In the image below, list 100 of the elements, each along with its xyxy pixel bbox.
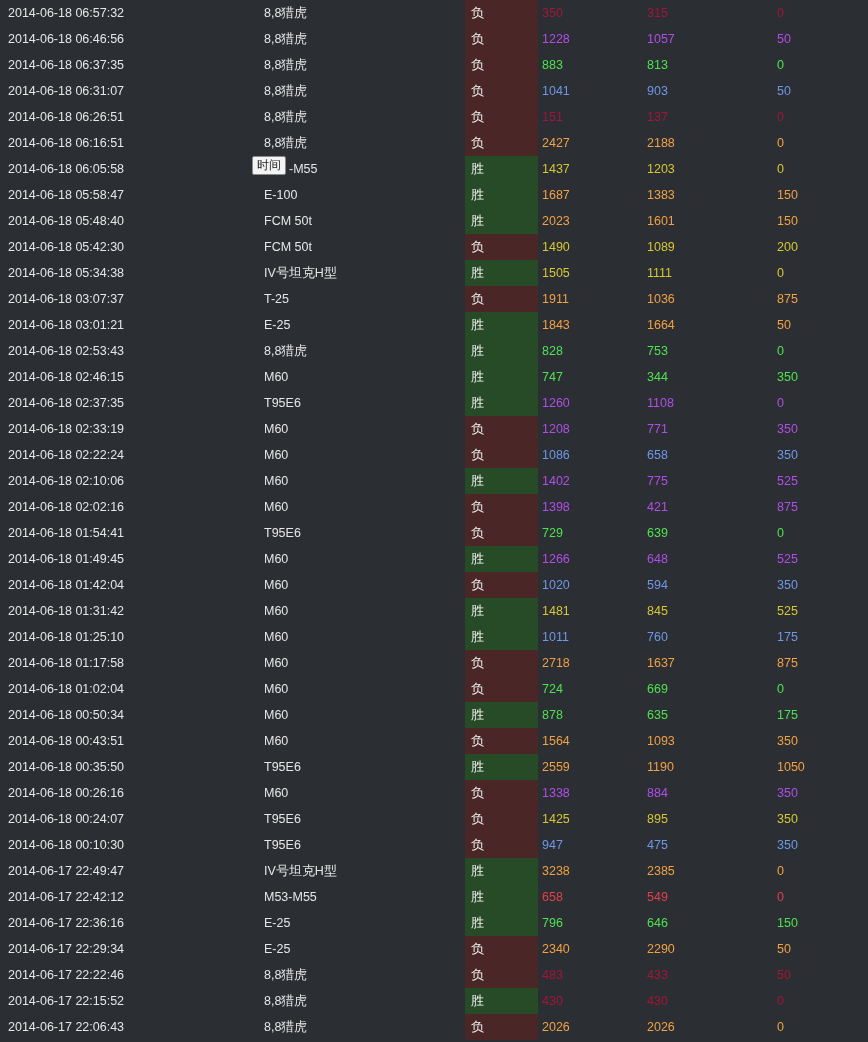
tank-name: 8,8猎虎	[264, 108, 308, 126]
battle-time: 2014-06-18 01:54:41	[8, 526, 125, 540]
battle-time: 2014-06-17 22:49:47	[8, 864, 125, 878]
result-cell: 胜	[465, 598, 538, 624]
result-cell: 胜	[465, 910, 538, 936]
battle-time: 2014-06-17 22:22:46	[8, 968, 125, 982]
score-value: 1664	[647, 318, 675, 332]
result-cell: 负	[465, 286, 538, 312]
score-value: 2026	[542, 1020, 570, 1034]
score-value: 2385	[647, 864, 675, 878]
tank-name: M60	[264, 734, 289, 748]
score-value: 845	[647, 604, 668, 618]
score-value: 658	[542, 890, 563, 904]
score-value: 0	[777, 526, 784, 540]
battle-time: 2014-06-17 22:15:52	[8, 994, 125, 1008]
score-value: 1228	[542, 32, 570, 46]
score-value: 350	[777, 370, 798, 384]
score-value: 1687	[542, 188, 570, 202]
tank-name: M60	[264, 552, 289, 566]
score-value: 50	[777, 942, 791, 956]
result-cell: 负	[465, 936, 538, 962]
tank-name: E-25	[264, 942, 291, 956]
score-value: 175	[777, 630, 798, 644]
score-value: 150	[777, 916, 798, 930]
battle-time: 2014-06-18 01:31:42	[8, 604, 125, 618]
result-cell: 负	[465, 832, 538, 858]
score-value: 0	[777, 864, 784, 878]
score-value: 2427	[542, 136, 570, 150]
result-cell: 负	[465, 962, 538, 988]
score-value: 483	[542, 968, 563, 982]
score-value: 475	[647, 838, 668, 852]
score-value: 350	[777, 786, 798, 800]
score-value: 1383	[647, 188, 675, 202]
score-value: 0	[777, 994, 784, 1008]
battle-time: 2014-06-18 06:37:35	[8, 58, 125, 72]
score-value: 430	[542, 994, 563, 1008]
score-value: 2290	[647, 942, 675, 956]
battle-time: 2014-06-18 05:34:38	[8, 266, 125, 280]
battle-time: 2014-06-17 22:29:34	[8, 942, 125, 956]
tank-name: M60	[264, 370, 289, 384]
score-value: 1203	[647, 162, 675, 176]
score-value: 0	[777, 136, 784, 150]
score-value: 1843	[542, 318, 570, 332]
score-value: 525	[777, 604, 798, 618]
tank-name: M53-M55	[264, 890, 317, 904]
score-value: 895	[647, 812, 668, 826]
score-value: 1050	[777, 760, 805, 774]
score-value: 760	[647, 630, 668, 644]
score-value: 813	[647, 58, 668, 72]
battle-time: 2014-06-18 00:26:16	[8, 786, 125, 800]
score-value: 0	[777, 162, 784, 176]
tank-name: M60	[264, 500, 289, 514]
tank-name: 8,8猎虎	[264, 342, 308, 360]
score-value: 884	[647, 786, 668, 800]
score-value: 1637	[647, 656, 675, 670]
result-cell: 负	[465, 26, 538, 52]
score-value: 315	[647, 6, 668, 20]
score-value: 1481	[542, 604, 570, 618]
battle-time: 2014-06-18 06:16:51	[8, 136, 125, 150]
score-value: 350	[777, 838, 798, 852]
score-value: 0	[777, 344, 784, 358]
score-value: 150	[777, 188, 798, 202]
tank-name: -M55	[289, 162, 318, 176]
tank-name: M60	[264, 578, 289, 592]
result-cell: 负	[465, 0, 538, 26]
tank-name: M60	[264, 682, 289, 696]
tank-name: 8,8猎虎	[264, 966, 308, 984]
score-value: 0	[777, 266, 784, 280]
score-value: 1057	[647, 32, 675, 46]
score-value: 150	[777, 214, 798, 228]
battle-time: 2014-06-18 06:05:58	[8, 162, 125, 176]
result-cell: 负	[465, 78, 538, 104]
score-value: 796	[542, 916, 563, 930]
score-value: 1020	[542, 578, 570, 592]
score-value: 1564	[542, 734, 570, 748]
score-value: 0	[777, 682, 784, 696]
tank-name: M60	[264, 448, 289, 462]
result-cell: 负	[465, 676, 538, 702]
score-value: 1190	[647, 760, 674, 774]
score-value: 350	[777, 812, 798, 826]
score-value: 724	[542, 682, 563, 696]
tank-name: M60	[264, 786, 289, 800]
score-value: 1041	[542, 84, 570, 98]
score-value: 350	[777, 422, 798, 436]
battle-time: 2014-06-18 03:01:21	[8, 318, 125, 332]
result-cell: 胜	[465, 702, 538, 728]
tank-name: E-25	[264, 916, 291, 930]
score-value: 1260	[542, 396, 570, 410]
score-value: 875	[777, 656, 798, 670]
score-value: 1911	[542, 292, 569, 306]
score-value: 875	[777, 500, 798, 514]
result-cell: 胜	[465, 390, 538, 416]
score-value: 0	[777, 890, 784, 904]
score-value: 525	[777, 552, 798, 566]
score-value: 0	[777, 1020, 784, 1034]
tank-name: M60	[264, 474, 289, 488]
score-value: 1425	[542, 812, 570, 826]
score-value: 1036	[647, 292, 675, 306]
battle-time: 2014-06-18 00:24:07	[8, 812, 125, 826]
tank-name: M60	[264, 708, 289, 722]
